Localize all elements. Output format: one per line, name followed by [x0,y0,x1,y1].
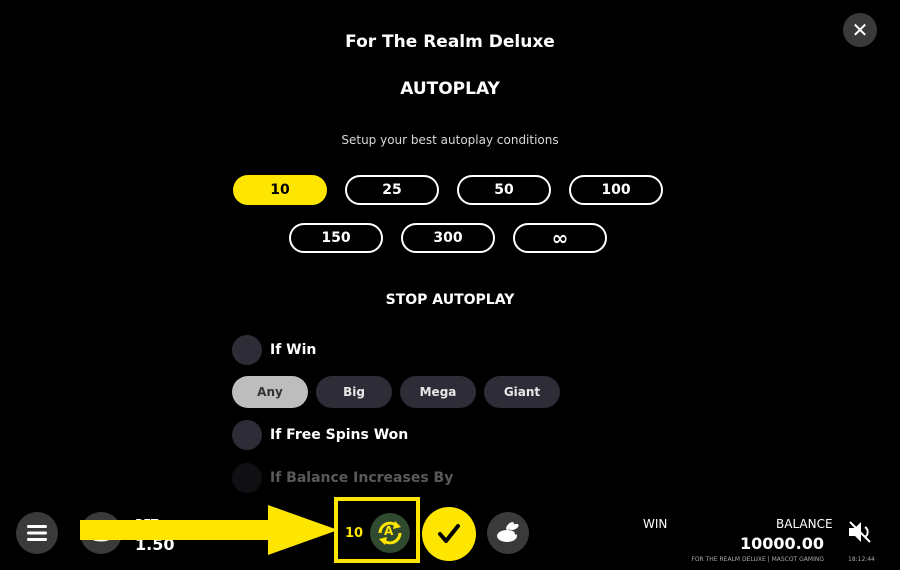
clock: 18:12:44 [848,556,875,563]
if-free-spins-checkbox[interactable] [232,420,262,450]
count-option-infinite[interactable]: ∞ [513,223,607,253]
count-option-300[interactable]: 300 [401,223,495,253]
count-option-100[interactable]: 100 [569,175,663,205]
win-option-giant[interactable]: Giant [484,376,560,408]
autoplay-button[interactable]: A [370,513,410,553]
autoplay-count: 10 [345,526,364,541]
menu-button[interactable] [16,512,58,554]
rabbit-icon [497,522,519,542]
win-label: WIN [643,517,668,531]
if-win-checkbox[interactable] [232,335,262,365]
count-option-10[interactable]: 10 [233,175,327,205]
stop-autoplay-heading: STOP AUTOPLAY [385,292,515,308]
if-free-spins-label: If Free Spins Won [270,427,409,443]
if-free-spins-toggle[interactable]: If Free Spins Won [232,420,408,450]
count-option-150[interactable]: 150 [289,223,383,253]
balance-value: 10000.00 [739,534,824,553]
if-win-toggle[interactable]: If Win [232,335,316,365]
win-option-big[interactable]: Big [316,376,392,408]
close-button[interactable]: ✕ [843,13,877,47]
if-balance-checkbox[interactable] [232,463,262,493]
hamburger-icon [27,525,47,541]
turbo-button[interactable] [487,512,529,554]
autoplay-badge: A [384,524,394,538]
count-option-25[interactable]: 25 [345,175,439,205]
balance-label: BALANCE [776,517,833,531]
autoplay-subtitle: Setup your best autoplay conditions [341,133,559,147]
checkmark-icon [438,524,460,543]
win-option-mega[interactable]: Mega [400,376,476,408]
sound-button[interactable] [846,518,876,548]
win-option-any[interactable]: Any [232,376,308,408]
autoplay-heading: AUTOPLAY [400,79,500,99]
confirm-button[interactable] [422,507,476,561]
if-win-label: If Win [270,342,317,358]
game-title: For The Realm Deluxe [345,32,555,52]
count-option-50[interactable]: 50 [457,175,551,205]
annotation-arrow-icon [80,505,338,555]
close-icon: ✕ [851,18,869,42]
if-balance-toggle[interactable]: If Balance Increases By [232,463,453,493]
if-balance-label: If Balance Increases By [270,470,454,486]
mute-icon [849,521,871,543]
footer-text: FOR THE REALM DELUXE | MASCOT GAMING [691,556,824,563]
